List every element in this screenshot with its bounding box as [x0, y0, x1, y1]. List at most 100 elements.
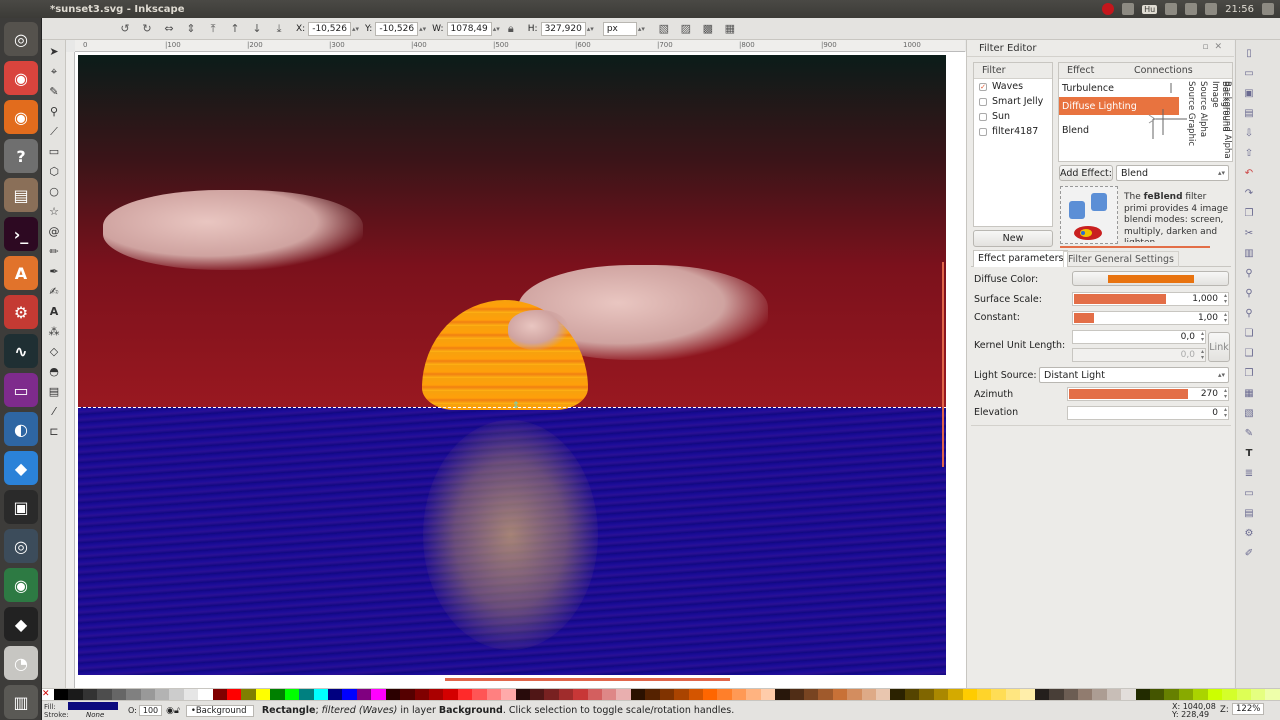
palette-swatch[interactable] — [962, 689, 977, 700]
palette-swatch[interactable] — [919, 689, 934, 700]
palette-swatch[interactable] — [876, 689, 891, 700]
palette-swatch[interactable] — [1150, 689, 1165, 700]
ellipse-tool-icon[interactable]: ○ — [45, 183, 63, 200]
filter-checkbox[interactable] — [979, 112, 987, 121]
move-patterns-icon[interactable]: ▦ — [721, 21, 739, 37]
palette-swatch[interactable] — [486, 689, 502, 700]
x-spin-icon[interactable]: ▴▾ — [352, 25, 359, 33]
network-icon[interactable]: ◐ — [4, 412, 38, 446]
diffuse-color-button[interactable] — [1072, 271, 1229, 286]
link-button[interactable]: Link — [1208, 332, 1230, 362]
raise-icon[interactable]: ↑ — [226, 21, 244, 37]
palette-swatch[interactable] — [587, 689, 603, 700]
new-document-icon[interactable]: ▯ — [1242, 46, 1256, 60]
palette-swatch[interactable] — [154, 689, 170, 700]
y-input[interactable]: -10,526 — [375, 21, 419, 36]
palette-swatch[interactable] — [111, 689, 127, 700]
unit-select[interactable]: px ▴▾ — [600, 21, 645, 36]
input-source-alpha[interactable]: Source Alpha — [1198, 81, 1208, 137]
palette-swatch[interactable] — [746, 689, 761, 700]
trash-icon[interactable]: ▥ — [4, 685, 38, 719]
palette-swatch[interactable] — [284, 689, 300, 700]
palette-swatch[interactable] — [1236, 689, 1252, 700]
palette-swatch[interactable] — [832, 689, 848, 700]
palette-swatch[interactable] — [385, 689, 401, 700]
palette-swatch[interactable] — [227, 689, 242, 700]
palette-swatch[interactable] — [255, 689, 271, 700]
palette-swatch[interactable] — [731, 689, 747, 700]
align-icon[interactable]: ▤ — [1242, 506, 1256, 520]
palette-swatch[interactable] — [1121, 689, 1136, 700]
palette-swatch[interactable] — [1092, 689, 1107, 700]
undo-icon[interactable]: ↶ — [1242, 166, 1256, 180]
layer-visibility-icon[interactable]: ◉🔓︎ — [166, 706, 180, 716]
kernel-x-spin-icon[interactable]: ▴ ▾ — [1201, 331, 1204, 343]
palette-swatch[interactable] — [1005, 689, 1021, 700]
app-icon[interactable]: ▣ — [4, 490, 38, 524]
volume-icon[interactable] — [1205, 3, 1218, 15]
palette-swatch[interactable] — [299, 689, 314, 700]
palette-swatch[interactable] — [861, 689, 877, 700]
layers-icon[interactable]: ≣ — [1242, 466, 1256, 480]
tweak-tool-icon[interactable]: ✎ — [45, 83, 63, 100]
dock-controls-icon[interactable]: ▫✕ — [1202, 42, 1228, 52]
system-monitor-icon[interactable]: ∿ — [4, 334, 38, 368]
pen-tool-icon[interactable]: ✒ — [45, 263, 63, 280]
palette-swatch[interactable] — [169, 689, 184, 700]
spray-tool-icon[interactable]: ⁂ — [45, 323, 63, 340]
palette-swatch[interactable] — [659, 689, 675, 700]
palette-swatch[interactable] — [991, 689, 1006, 700]
stroke-value[interactable]: None — [68, 711, 124, 719]
layer-select[interactable]: •Background — [185, 704, 254, 717]
filter-row[interactable]: Sun — [974, 109, 1052, 124]
input-background-alpha[interactable]: Background Alpha — [1222, 81, 1232, 159]
zoom-tool-icon[interactable]: ⚲ — [45, 103, 63, 120]
eraser-tool-icon[interactable]: ◇ — [45, 343, 63, 360]
palette-swatch[interactable] — [515, 689, 530, 700]
palette-swatch[interactable] — [126, 689, 141, 700]
palette-swatch[interactable] — [702, 689, 718, 700]
filter-checkbox[interactable]: ✓ — [979, 82, 987, 91]
files-icon[interactable]: ▤ — [4, 178, 38, 212]
palette-swatch[interactable] — [1077, 689, 1093, 700]
palette-swatch[interactable] — [602, 689, 617, 700]
sunset-drawing[interactable]: ⇕ — [78, 55, 946, 675]
move-gradients-icon[interactable]: ▩ — [699, 21, 717, 37]
palette-swatch[interactable] — [1020, 689, 1035, 700]
sun-reflection[interactable] — [423, 420, 598, 650]
vertical-scrollbar[interactable] — [942, 262, 944, 467]
clock[interactable]: 21:56 — [1225, 4, 1254, 15]
tab-effect-parameters[interactable]: Effect parameters — [973, 250, 1069, 267]
filter-row[interactable]: filter4187 — [974, 124, 1052, 139]
azimuth-slider[interactable]: 270 ▴ ▾ — [1067, 387, 1229, 401]
palette-swatch[interactable] — [688, 689, 703, 700]
gradient-tool-icon[interactable]: ▤ — [45, 383, 63, 400]
palette-swatch[interactable] — [558, 689, 574, 700]
palette-swatch[interactable] — [443, 689, 458, 700]
xml-editor-icon[interactable]: ▭ — [1242, 486, 1256, 500]
document-properties-icon[interactable]: ✐ — [1242, 546, 1256, 560]
palette-swatch[interactable] — [472, 689, 487, 700]
palette-swatch[interactable] — [1034, 689, 1050, 700]
palette-swatch[interactable] — [428, 689, 444, 700]
help-icon[interactable]: ? — [4, 139, 38, 173]
bluetooth-icon[interactable] — [1165, 3, 1178, 15]
filter-row[interactable]: Smart Jelly — [974, 94, 1052, 109]
rectangle-tool-icon[interactable]: ▭ — [45, 143, 63, 160]
paste-icon[interactable]: ▥ — [1242, 246, 1256, 260]
display-icon[interactable]: ▭ — [4, 373, 38, 407]
scale-corners-icon[interactable]: ▨ — [677, 21, 695, 37]
palette-swatch[interactable] — [97, 689, 112, 700]
filter-checkbox[interactable] — [979, 97, 987, 106]
palette-swatch[interactable] — [371, 689, 386, 700]
palette-swatch[interactable] — [400, 689, 415, 700]
disk-icon[interactable]: ◎ — [4, 529, 38, 563]
export-icon[interactable]: ⇧ — [1242, 146, 1256, 160]
palette-swatch[interactable] — [775, 689, 790, 700]
dropper-tool-icon[interactable]: ⁄ — [45, 403, 63, 420]
selector-tool-icon[interactable]: ➤ — [45, 43, 63, 60]
palette-swatch[interactable] — [789, 689, 804, 700]
clock-app-icon[interactable]: ◔ — [4, 646, 38, 680]
azimuth-spin-icon[interactable]: ▴ ▾ — [1224, 388, 1227, 400]
palette-swatch[interactable] — [1251, 689, 1266, 700]
